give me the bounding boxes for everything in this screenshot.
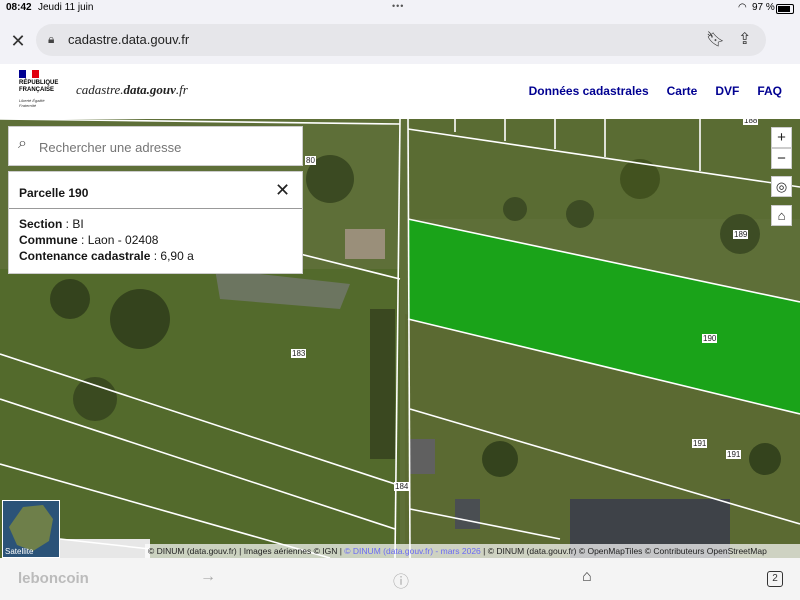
republique-motto: Liberté Égalité Fraternité — [19, 98, 45, 108]
parcel-info-panel: Parcelle 190 ✕ Section : BI Commune : La… — [8, 171, 303, 274]
home-icon[interactable]: ⌂ — [771, 205, 792, 226]
parcel-label[interactable]: 183 — [291, 349, 307, 358]
tabs-count-button[interactable]: 2 — [767, 571, 783, 587]
satellite-layer-toggle[interactable]: Satellite — [2, 500, 60, 558]
commune-value: Laon - 02408 — [87, 233, 159, 247]
address-search: ⌕ — [8, 126, 303, 166]
geolocate-icon[interactable]: ◎ — [771, 176, 792, 197]
parcel-label[interactable]: 191 — [692, 439, 708, 448]
commune-row: Commune : Laon - 02408 — [19, 233, 159, 247]
parcel-label[interactable]: 80 — [305, 156, 316, 165]
attribution-link[interactable]: © DINUM (data.gouv.fr) - mars 2026 — [344, 546, 480, 556]
battery-icon — [776, 4, 794, 14]
status-time: 08:42 — [6, 2, 32, 13]
section-value: BI — [72, 217, 84, 231]
attribution-part-1: © DINUM (data.gouv.fr) | Images aérienne… — [148, 546, 345, 556]
commune-label: Commune — [19, 233, 78, 247]
nav-donnees-cadastrales[interactable]: Données cadastrales — [529, 84, 649, 98]
nav-carte[interactable]: Carte — [667, 84, 698, 98]
republique-francaise-logo: RÉPUBLIQUE FRANÇAISE — [19, 80, 59, 93]
multitask-dots-icon[interactable]: ••• — [392, 1, 404, 11]
browser-toolbar: ✕ 🔒︎ cadastre.data.gouv.fr 🔖︎ ⇪ — [0, 18, 800, 64]
zoom-out-button[interactable]: − — [771, 148, 792, 169]
search-input[interactable] — [37, 135, 301, 159]
parcel-label[interactable]: 190 — [702, 334, 718, 343]
main-nav: Données cadastrales Carte DVF FAQ — [529, 84, 782, 98]
parcel-label[interactable]: 189 — [733, 230, 749, 239]
marianne-flag-icon — [19, 70, 40, 78]
address-bar[interactable]: 🔒︎ cadastre.data.gouv.fr 🔖︎ ⇪ — [36, 24, 766, 56]
url-text[interactable]: cadastre.data.gouv.fr — [68, 32, 189, 47]
status-bar: 08:42 Jeudi 11 juin ••• ◠ 97 % — [0, 0, 800, 18]
parcel-label[interactable]: 184 — [394, 482, 410, 491]
contenance-label: Contenance cadastrale — [19, 249, 151, 263]
site-header: RÉPUBLIQUE FRANÇAISE Liberté Égalité Fra… — [0, 64, 800, 120]
site-name-suffix: .fr — [175, 82, 188, 97]
search-icon: ⌕ — [18, 135, 27, 152]
lock-icon: 🔒︎ — [48, 32, 55, 46]
share-icon[interactable]: ⇪ — [738, 29, 751, 49]
close-icon[interactable]: ✕ — [275, 180, 290, 201]
leboncoin-watermark: leboncoin — [18, 570, 89, 587]
attribution-part-3: | © DINUM (data.gouv.fr) © OpenMapTiles … — [480, 546, 767, 556]
forward-arrow-icon[interactable]: → — [200, 568, 216, 586]
panel-divider — [9, 208, 302, 209]
site-name-prefix: cadastre. — [76, 82, 124, 97]
section-label: Section — [19, 217, 63, 231]
map-attribution: © DINUM (data.gouv.fr) | Images aérienne… — [145, 544, 800, 558]
close-icon[interactable]: ✕ — [8, 31, 28, 52]
site-name-bold: data.gouv — [123, 82, 176, 97]
minimap-label: Satellite — [5, 547, 34, 556]
battery-percent: 97 % — [752, 2, 775, 13]
contenance-value: 6,90 a — [160, 249, 194, 263]
zoom-in-button[interactable]: + — [771, 127, 792, 148]
nav-faq[interactable]: FAQ — [757, 84, 782, 98]
nav-dvf[interactable]: DVF — [715, 84, 739, 98]
info-icon[interactable]: ⓘ — [393, 568, 409, 592]
contenance-row: Contenance cadastrale : 6,90 a — [19, 249, 194, 263]
site-name[interactable]: cadastre.data.gouv.fr — [76, 82, 188, 98]
status-date: Jeudi 11 juin — [38, 2, 94, 13]
parcel-label[interactable]: 191 — [726, 450, 742, 459]
panel-title: Parcelle 190 — [19, 186, 89, 200]
browser-bottom-bar: leboncoin → ⓘ ⌂ 2 — [0, 558, 800, 600]
wifi-icon: ◠ — [738, 2, 747, 13]
parcel-label[interactable]: 188 — [743, 119, 759, 125]
section-row: Section : BI — [19, 217, 84, 231]
home-icon[interactable]: ⌂ — [582, 568, 592, 586]
bookmark-icon[interactable]: 🔖︎ — [706, 30, 725, 48]
